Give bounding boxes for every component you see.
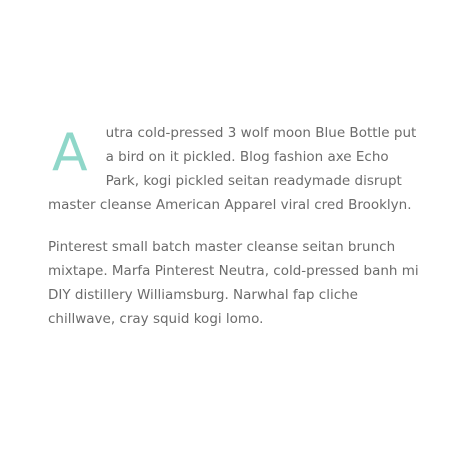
paragraph-with-dropcap: A utra cold-pressed 3 wolf moon Blue Bot… — [48, 121, 424, 217]
paragraph: Pinterest small batch master cleanse sei… — [48, 235, 424, 331]
article-body: A utra cold-pressed 3 wolf moon Blue Bot… — [0, 0, 460, 460]
paragraph-text: utra cold-pressed 3 wolf moon Blue Bottl… — [48, 125, 417, 213]
dropcap-letter: A — [52, 123, 88, 183]
paragraph-text: Pinterest small batch master cleanse sei… — [48, 239, 419, 327]
